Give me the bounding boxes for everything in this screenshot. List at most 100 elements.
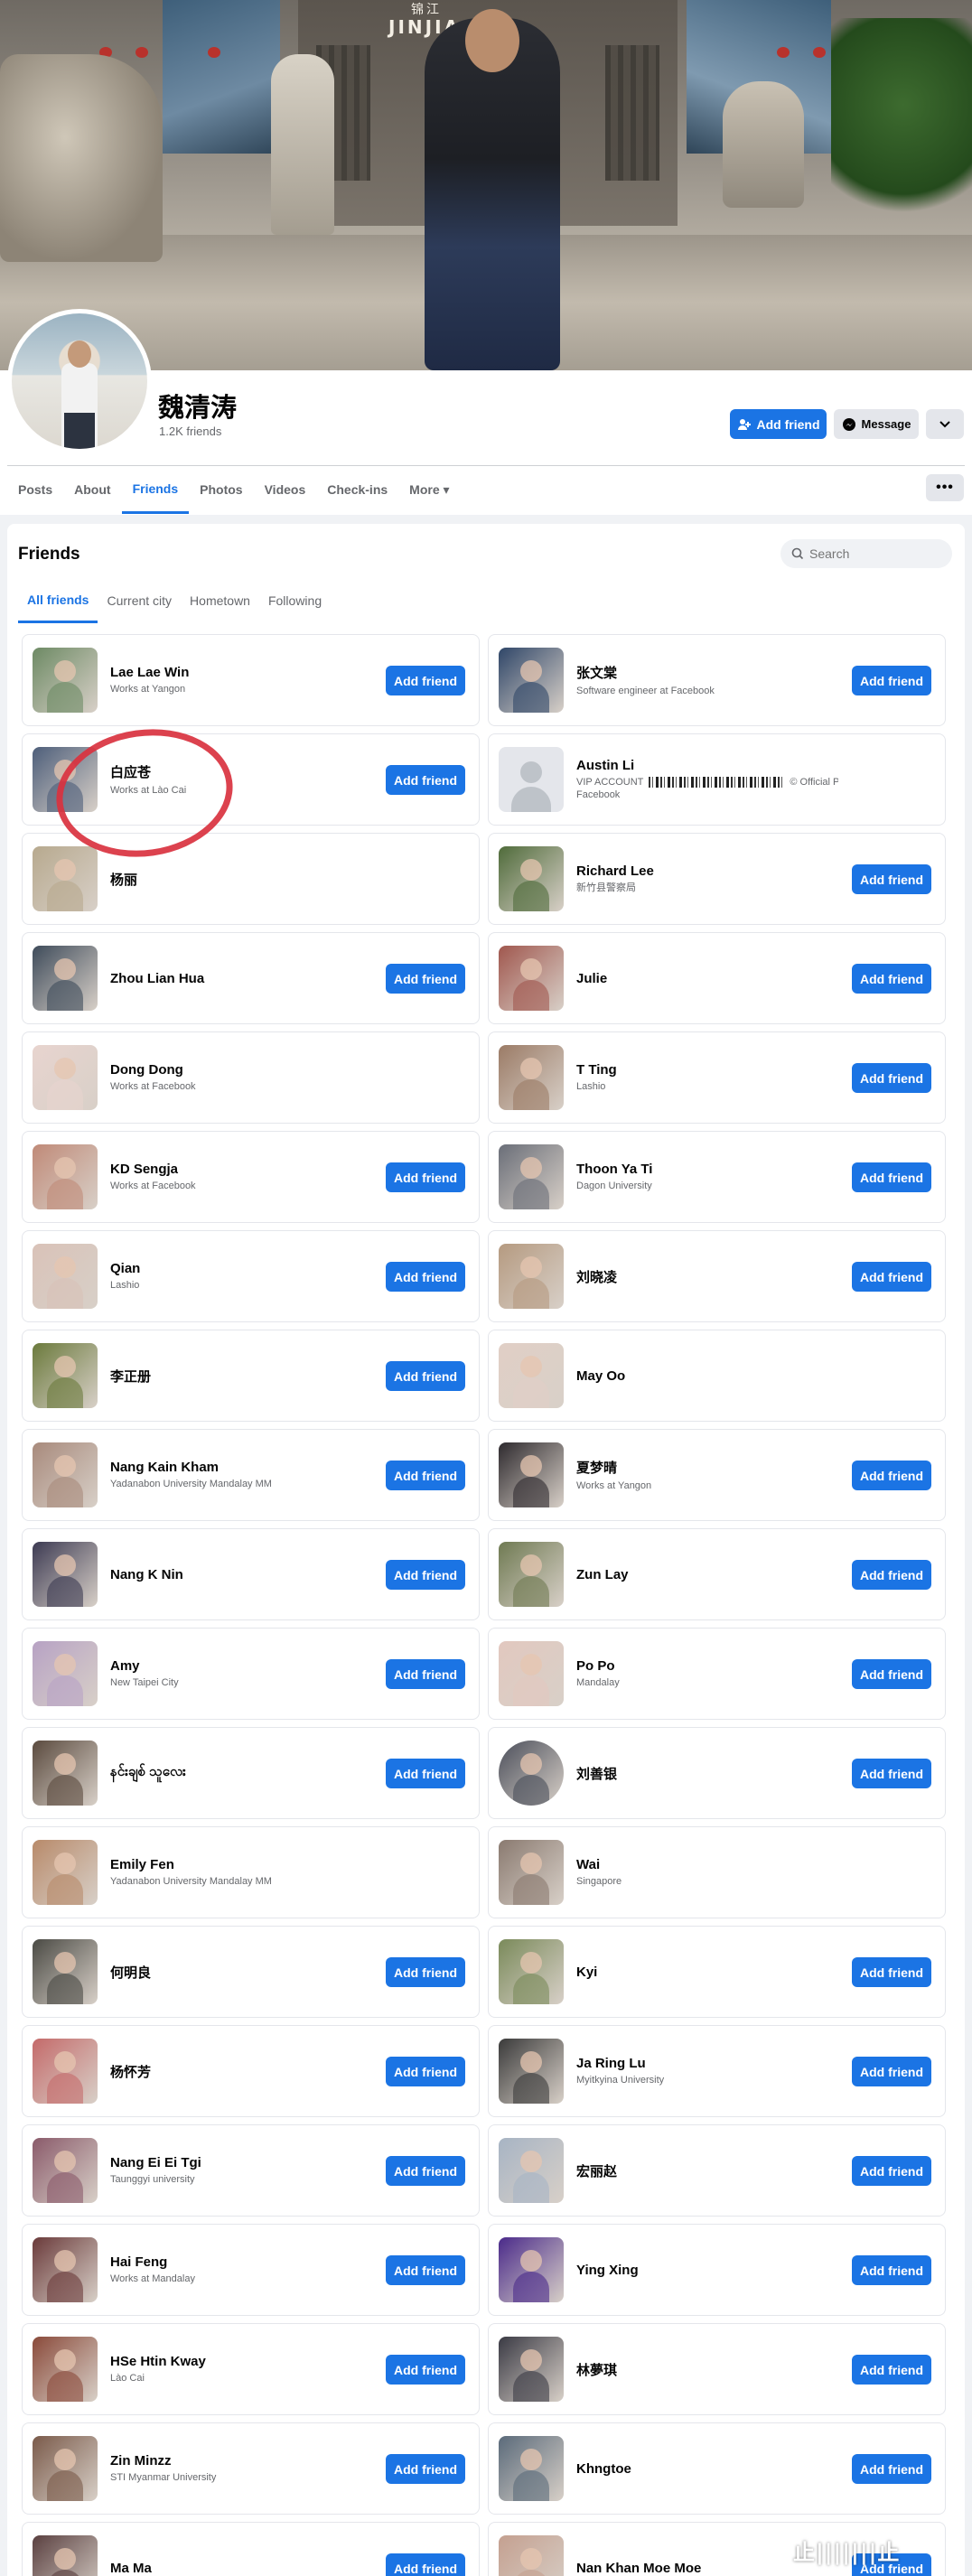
- tab-about[interactable]: About: [63, 465, 121, 514]
- friend-card[interactable]: Qian Lashio Add friend: [22, 1230, 480, 1322]
- add-friend-button[interactable]: Add friend: [386, 2355, 465, 2385]
- friend-name[interactable]: Hai Feng: [110, 2254, 372, 2270]
- add-friend-button[interactable]: Add friend: [386, 1461, 465, 1490]
- friend-card[interactable]: HSe Htin Kway Lào Cai Add friend: [22, 2323, 480, 2415]
- friend-card[interactable]: Kyi Add friend: [488, 1926, 946, 2018]
- friend-photo[interactable]: [499, 2039, 564, 2104]
- friend-name[interactable]: HSe Htin Kway: [110, 2354, 372, 2369]
- friend-name[interactable]: 李正册: [110, 1367, 372, 1386]
- friend-card[interactable]: 李正册 Add friend: [22, 1330, 480, 1422]
- add-friend-button[interactable]: Add friend: [386, 1162, 465, 1192]
- subtab-current-city[interactable]: Current city: [98, 578, 181, 623]
- add-friend-button[interactable]: Add friend: [852, 666, 931, 695]
- add-friend-button[interactable]: Add friend: [386, 1759, 465, 1788]
- friend-card[interactable]: KD Sengja Works at Facebook Add friend: [22, 1131, 480, 1223]
- friend-photo[interactable]: [499, 2535, 564, 2576]
- add-friend-button[interactable]: Add friend: [386, 2255, 465, 2285]
- friend-photo[interactable]: [33, 1741, 98, 1806]
- friend-name[interactable]: 林夢琪: [576, 2360, 838, 2379]
- friend-photo[interactable]: [33, 1939, 98, 2004]
- friend-card[interactable]: နင်းချစ် သူလေး Add friend: [22, 1727, 480, 1819]
- friend-photo[interactable]: [33, 1442, 98, 1507]
- friend-photo[interactable]: [33, 1144, 98, 1209]
- friend-card[interactable]: Lae Lae Win Works at Yangon Add friend: [22, 634, 480, 726]
- friend-name[interactable]: Nang K Nin: [110, 1567, 372, 1582]
- friend-name[interactable]: Po Po: [576, 1658, 838, 1674]
- friend-photo[interactable]: [499, 1144, 564, 1209]
- friend-photo[interactable]: [499, 946, 564, 1011]
- friend-photo[interactable]: [499, 1442, 564, 1507]
- friend-photo[interactable]: [33, 2237, 98, 2302]
- add-friend-button[interactable]: Add friend: [730, 409, 827, 439]
- tab-videos[interactable]: Videos: [254, 465, 317, 514]
- friend-name[interactable]: Ja Ring Lu: [576, 2056, 838, 2071]
- friend-photo[interactable]: [33, 2535, 98, 2576]
- add-friend-button[interactable]: Add friend: [386, 1262, 465, 1292]
- friend-name[interactable]: Zun Lay: [576, 1567, 838, 1582]
- friend-photo[interactable]: [499, 1939, 564, 2004]
- add-friend-button[interactable]: Add friend: [386, 1957, 465, 1987]
- default-avatar-icon[interactable]: [499, 747, 564, 812]
- friend-card[interactable]: T Ting Lashio Add friend: [488, 1031, 946, 1124]
- friend-photo[interactable]: [499, 2337, 564, 2402]
- friend-card[interactable]: 夏梦晴 Works at Yangon Add friend: [488, 1429, 946, 1521]
- friend-name[interactable]: Lae Lae Win: [110, 665, 372, 680]
- friend-card[interactable]: Po Po Mandalay Add friend: [488, 1628, 946, 1720]
- friend-name[interactable]: Thoon Ya Ti: [576, 1162, 838, 1177]
- tabs-more-button[interactable]: •••: [926, 474, 964, 501]
- friend-card[interactable]: 张文棠 Software engineer at Facebook Add frie…: [488, 634, 946, 726]
- add-friend-button[interactable]: Add friend: [386, 765, 465, 795]
- friend-photo[interactable]: [499, 1542, 564, 1607]
- friend-card[interactable]: Nang Ei Ei Tgi Taunggyi university Add fri…: [22, 2124, 480, 2217]
- add-friend-button[interactable]: Add friend: [852, 1560, 931, 1590]
- friend-name[interactable]: Julie: [576, 971, 838, 986]
- profile-avatar[interactable]: [7, 309, 152, 453]
- friends-count[interactable]: 1.2K friends: [159, 425, 221, 438]
- friend-photo[interactable]: [499, 846, 564, 911]
- friend-card[interactable]: Ying Xing Add friend: [488, 2224, 946, 2316]
- friend-card[interactable]: 刘善银 Add friend: [488, 1727, 946, 1819]
- add-friend-button[interactable]: Add friend: [852, 1262, 931, 1292]
- friend-name[interactable]: May Oo: [576, 1368, 838, 1384]
- friend-card[interactable]: Zhou Lian Hua Add friend: [22, 932, 480, 1024]
- friend-photo[interactable]: [33, 1343, 98, 1408]
- friend-name[interactable]: 杨怀芳: [110, 2062, 372, 2081]
- add-friend-button[interactable]: Add friend: [852, 2255, 931, 2285]
- friend-card[interactable]: 刘晓凌 Add friend: [488, 1230, 946, 1322]
- friend-name[interactable]: Qian: [110, 1261, 372, 1276]
- add-friend-button[interactable]: Add friend: [852, 964, 931, 994]
- add-friend-button[interactable]: Add friend: [852, 2454, 931, 2484]
- friend-card[interactable]: 白应苍 Works at Lào Cai Add friend: [22, 733, 480, 826]
- subtab-following[interactable]: Following: [259, 578, 331, 623]
- friend-photo[interactable]: [33, 1542, 98, 1607]
- add-friend-button[interactable]: Add friend: [386, 2553, 465, 2576]
- friend-card[interactable]: Zin Minzz STI Myanmar University Add frien…: [22, 2422, 480, 2515]
- friend-name[interactable]: KD Sengja: [110, 1162, 372, 1177]
- add-friend-button[interactable]: Add friend: [852, 1063, 931, 1093]
- friend-name[interactable]: 张文棠: [576, 663, 838, 682]
- friend-photo[interactable]: [499, 1741, 564, 1806]
- friend-photo[interactable]: [499, 1840, 564, 1905]
- friend-card[interactable]: Wai Singapore: [488, 1826, 946, 1918]
- friend-card[interactable]: Nang Kain Kham Yadanabon University Manda…: [22, 1429, 480, 1521]
- friend-card[interactable]: Thoon Ya Ti Dagon University Add friend: [488, 1131, 946, 1223]
- add-friend-button[interactable]: Add friend: [852, 864, 931, 894]
- add-friend-button[interactable]: Add friend: [386, 666, 465, 695]
- friend-card[interactable]: Julie Add friend: [488, 932, 946, 1024]
- friend-photo[interactable]: [33, 648, 98, 713]
- friend-name[interactable]: 刘晓凌: [576, 1267, 838, 1286]
- friend-card[interactable]: Khngtoe Add friend: [488, 2422, 946, 2515]
- friend-photo[interactable]: [499, 2436, 564, 2501]
- friend-photo[interactable]: [33, 2138, 98, 2203]
- friend-name[interactable]: Austin Li: [576, 758, 838, 773]
- friend-card[interactable]: May Oo: [488, 1330, 946, 1422]
- friend-name[interactable]: Dong Dong: [110, 1062, 372, 1078]
- friend-photo[interactable]: [33, 1244, 98, 1309]
- subtab-all-friends[interactable]: All friends: [18, 578, 98, 623]
- friend-name[interactable]: နင်းချစ် သူလေး: [110, 1763, 372, 1783]
- friend-photo[interactable]: [499, 648, 564, 713]
- friend-card[interactable]: Emily Fen Yadanabon University Mandalay M…: [22, 1826, 480, 1918]
- add-friend-button[interactable]: Add friend: [386, 1560, 465, 1590]
- add-friend-button[interactable]: Add friend: [386, 2156, 465, 2186]
- friend-card[interactable]: Ma Ma Add friend: [22, 2522, 480, 2576]
